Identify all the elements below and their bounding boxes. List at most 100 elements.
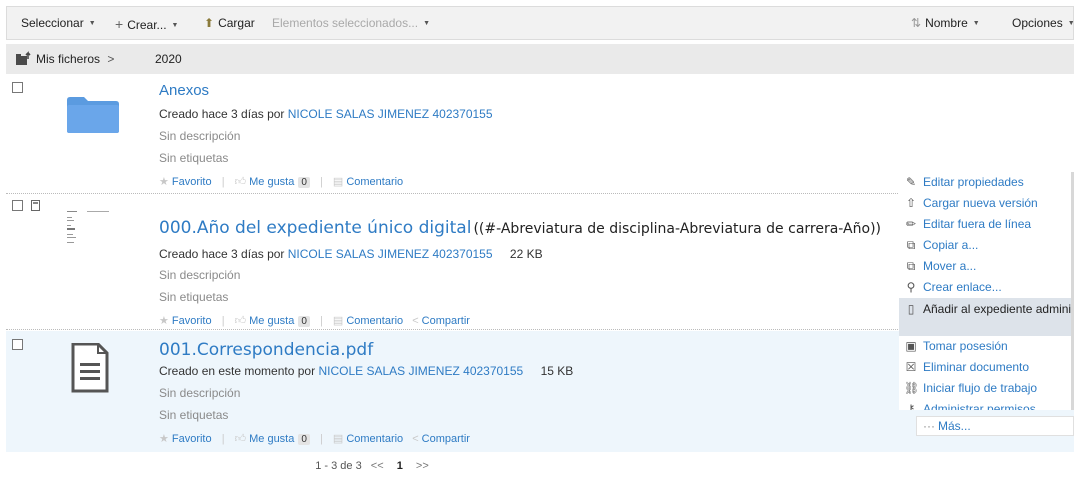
take-ownership-icon: ▣ [905, 339, 917, 353]
document-type-icon [31, 200, 40, 211]
comment-link[interactable]: Comentario [346, 315, 403, 327]
like-link[interactable]: Me gusta [249, 433, 294, 445]
edit-properties-icon: ✎ [905, 175, 917, 189]
user-link[interactable]: NICOLE SALAS JIMENEZ 402370155 [318, 364, 523, 378]
menu-item-label: Mover a... [923, 259, 977, 273]
star-icon: ★ [159, 176, 169, 188]
favorite-link[interactable]: Favorito [172, 433, 212, 445]
created-prefix: Creado hace 3 días por [159, 107, 285, 121]
caret-down-icon: ▼ [171, 22, 179, 29]
menu-item-label: Editar propiedades [923, 175, 1024, 189]
more-actions-link[interactable]: ··· Más... [916, 416, 1074, 436]
sort-menu-button[interactable]: ⇅ Nombre ▼ [911, 16, 980, 30]
file-record-icon: ▯ [907, 302, 915, 316]
menu-item-edit-properties[interactable]: ✎ Editar propiedades [899, 172, 1074, 193]
item-created-info: Creado en este momento por NICOLE SALAS … [159, 364, 573, 378]
select-label: Seleccionar [21, 16, 84, 30]
item-title: 000.Año del expediente único digital [159, 218, 472, 238]
menu-item-label: Crear enlace... [923, 280, 1002, 294]
menu-item-start-workflow[interactable]: ⛓ Iniciar flujo de trabajo [899, 378, 1074, 399]
pdf-document-icon[interactable] [71, 343, 109, 393]
user-link[interactable]: NICOLE SALAS JIMENEZ 402370155 [288, 107, 493, 121]
menu-item-edit-offline[interactable]: ✏ Editar fuera de línea [899, 214, 1074, 235]
comment-icon: ▤ [332, 315, 344, 327]
row-checkbox[interactable] [12, 200, 23, 211]
user-link[interactable]: NICOLE SALAS JIMENEZ 402370155 [288, 247, 493, 261]
created-prefix: Creado hace 3 días por [159, 247, 285, 261]
row-checkbox[interactable] [12, 339, 23, 350]
like-count: 0 [298, 434, 310, 445]
menu-item-label: Cargar nueva versión [923, 196, 1038, 210]
item-title-link[interactable]: 001.Correspondencia.pdf [159, 340, 373, 360]
share-link[interactable]: Compartir [422, 433, 470, 445]
pagination: 1 - 3 de 3 << 1 >> [0, 460, 750, 472]
menu-item-manage-permissions[interactable]: ⚷ Administrar permisos [899, 399, 1074, 410]
divider: | [221, 176, 225, 188]
selected-items-label: Elementos seleccionados... [272, 16, 419, 30]
menu-item-label: Copiar a... [923, 238, 979, 252]
select-menu-button[interactable]: Seleccionar ▼ [21, 16, 96, 30]
comment-link[interactable]: Comentario [346, 176, 403, 188]
menu-item-label: Administrar permisos [923, 402, 1036, 410]
create-menu-button[interactable]: + Crear... ▼ [115, 16, 178, 32]
item-tags: Sin etiquetas [159, 408, 229, 422]
breadcrumb-root-label: Mis ficheros [36, 52, 101, 66]
item-title-link[interactable]: 000.Año del expediente único digital ((#-… [159, 218, 881, 238]
menu-item-upload-version[interactable]: ⇧ Cargar nueva versión [899, 193, 1074, 214]
menu-item-create-link[interactable]: ⚲ Crear enlace... [899, 277, 1074, 298]
menu-item-copy-to[interactable]: ⧉ Copiar a... [899, 235, 1074, 256]
menu-item-label: Editar fuera de línea [923, 217, 1032, 231]
breadcrumb-root[interactable]: Mis ficheros > [36, 52, 114, 66]
item-actions: ★ Favorito | 👍︎ Me gusta 0 | ▤ Comentario < C… [159, 314, 470, 327]
row-checkbox[interactable] [12, 82, 23, 93]
star-icon: ★ [159, 433, 169, 445]
menu-item-label: Tomar posesión [923, 339, 1008, 353]
item-title-link[interactable]: Anexos [159, 82, 209, 99]
folder-icon[interactable] [66, 96, 120, 134]
selected-items-menu[interactable]: Elementos seleccionados... ▼ [272, 16, 430, 30]
favorite-link[interactable]: Favorito [172, 176, 212, 188]
options-menu-button[interactable]: Opciones ▼ [1012, 16, 1075, 30]
menu-item-label: Iniciar flujo de trabajo [923, 381, 1038, 395]
menu-item-take-ownership[interactable]: ▣ Tomar posesión [899, 336, 1074, 357]
like-link[interactable]: Me gusta [249, 176, 294, 188]
share-link[interactable]: Compartir [422, 315, 470, 327]
like-count: 0 [298, 316, 310, 327]
comment-link[interactable]: Comentario [346, 433, 403, 445]
divider: | [221, 433, 225, 445]
item-tags: Sin etiquetas [159, 151, 229, 165]
menu-item-add-to-record[interactable]: ▯ Añadir al expediente administrativo... [899, 298, 1074, 336]
menu-item-move-to[interactable]: ⧉ Mover a... [899, 256, 1074, 277]
parent-folder-icon[interactable] [16, 51, 32, 65]
pagination-prev[interactable]: << [371, 460, 384, 472]
favorite-link[interactable]: Favorito [172, 315, 212, 327]
item-actions: ★ Favorito | 👍︎ Me gusta 0 | ▤ Comentario < C… [159, 432, 470, 445]
caret-down-icon: ▼ [423, 20, 431, 27]
divider: | [319, 176, 323, 188]
pagination-range: 1 - 3 de 3 [315, 460, 362, 472]
thumb-up-icon: 👍︎ [234, 315, 247, 327]
menu-item-label: Eliminar documento [923, 360, 1030, 374]
item-created-info: Creado hace 3 días por NICOLE SALAS JIME… [159, 247, 543, 261]
document-thumbnail[interactable] [65, 209, 117, 249]
pagination-current: 1 [396, 460, 403, 472]
upload-button[interactable]: ⬆ Cargar [204, 16, 255, 30]
toolbar: Seleccionar ▼ + Crear... ▼ ⬆ Cargar Elemento… [6, 6, 1075, 40]
pagination-next[interactable]: >> [416, 460, 429, 472]
delete-icon: ☒ [905, 360, 917, 374]
caret-down-icon: ▼ [1067, 20, 1075, 27]
upload-label: Cargar [218, 16, 255, 30]
item-description: Sin descripción [159, 129, 241, 143]
like-count: 0 [298, 177, 310, 188]
item-actions: ★ Favorito | 👍︎ Me gusta 0 | ▤ Comentario [159, 175, 403, 188]
menu-scrollbar[interactable] [1071, 172, 1074, 410]
item-created-info: Creado hace 3 días por NICOLE SALAS JIME… [159, 107, 493, 121]
file-size: 22 KB [509, 247, 543, 261]
thumb-up-icon: 👍︎ [234, 176, 247, 188]
options-label: Opciones [1012, 16, 1063, 30]
plus-icon: + [115, 16, 124, 32]
like-link[interactable]: Me gusta [249, 315, 294, 327]
menu-item-delete-document[interactable]: ☒ Eliminar documento [899, 357, 1074, 378]
permissions-icon: ⚷ [906, 402, 916, 410]
comment-icon: ▤ [332, 433, 344, 445]
